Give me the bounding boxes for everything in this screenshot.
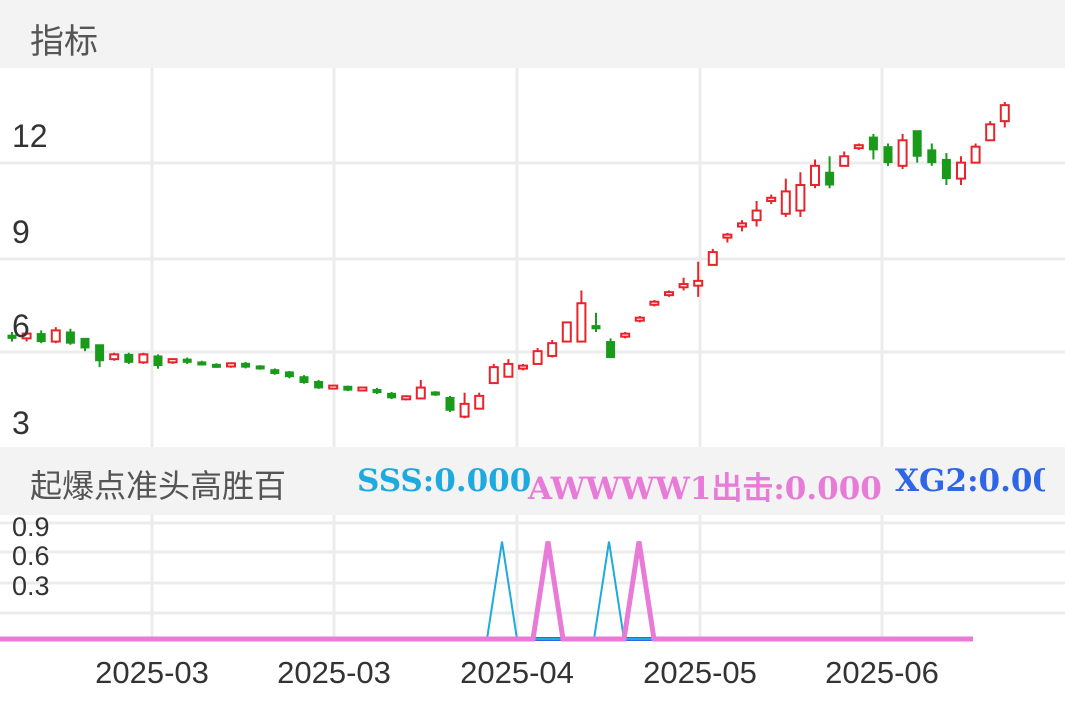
- candle-body: [284, 371, 294, 378]
- candle-body: [197, 361, 207, 366]
- candle-body: [124, 353, 134, 363]
- candle-body: [620, 332, 631, 338]
- y-tick-label: 3: [12, 405, 30, 441]
- candle-body: [255, 365, 265, 370]
- candle-body: [751, 209, 762, 222]
- candle-body: [591, 325, 601, 330]
- candle-body: [387, 392, 397, 399]
- candle-body: [634, 316, 645, 322]
- x-tick-label: 2025-03: [277, 655, 391, 690]
- candle-body: [65, 331, 75, 344]
- candle-body: [868, 136, 878, 151]
- candle-body: [153, 355, 163, 367]
- candle-body: [547, 342, 558, 357]
- candle-body: [780, 190, 791, 215]
- candle-body: [707, 251, 718, 266]
- candle-body: [693, 279, 704, 287]
- candle-body: [853, 144, 864, 150]
- candle-body: [970, 145, 981, 164]
- x-tick-label: 2025-04: [460, 655, 574, 690]
- candle-body: [415, 386, 426, 400]
- candle-body: [36, 333, 46, 343]
- candle-body: [810, 164, 820, 187]
- candle-body: [226, 362, 236, 368]
- candle-body: [839, 155, 850, 167]
- awwww-value: AWWWW1出击:0.000: [528, 471, 882, 507]
- candle-body: [678, 283, 689, 289]
- candle-body: [167, 358, 178, 364]
- candlestick-chart: [0, 68, 1065, 447]
- candle-body: [343, 385, 353, 391]
- candle-body: [182, 358, 192, 363]
- candle-body: [606, 341, 616, 359]
- series-line-sss: [0, 541, 973, 640]
- sub-y-tick-label: 0.9: [12, 512, 50, 542]
- candle-body: [80, 337, 90, 349]
- candle-body: [999, 104, 1010, 123]
- candle-body: [561, 321, 572, 343]
- candle-body: [445, 396, 455, 411]
- candle-body: [883, 146, 893, 164]
- candle-body: [897, 139, 908, 167]
- candle-body: [518, 364, 528, 370]
- candle-body: [576, 302, 587, 343]
- candle-body: [372, 388, 382, 394]
- sss-value: SSS:0.000: [357, 463, 532, 499]
- candle-body: [357, 386, 368, 392]
- candle-body: [328, 384, 339, 390]
- candle-body: [138, 353, 149, 364]
- candle-body: [299, 376, 309, 383]
- candle-body: [503, 362, 514, 378]
- candle-body: [459, 402, 470, 418]
- sub-y-tick-label: 0.6: [12, 541, 50, 571]
- xg2-clip: XG2:0.000: [895, 447, 1045, 515]
- candle-body: [795, 184, 806, 212]
- candle-body: [825, 171, 835, 186]
- candle-body: [50, 329, 61, 343]
- xg2-value: XG2:0.000: [895, 463, 1045, 499]
- candle-body: [314, 381, 324, 389]
- y-tick-label: 9: [12, 214, 30, 250]
- candle-body: [532, 350, 543, 365]
- candle-body: [956, 161, 966, 180]
- x-tick-label: 2025-03: [95, 655, 209, 690]
- candle-body: [927, 149, 937, 164]
- candle-body: [109, 353, 120, 361]
- candle-body: [722, 233, 733, 239]
- sub-indicator-title[interactable]: 起爆点准头高胜百: [30, 461, 286, 507]
- series-line-awwww1: [0, 541, 973, 642]
- candle-body: [95, 344, 105, 362]
- candle-body: [211, 363, 221, 368]
- candle-body: [664, 291, 674, 297]
- candle-body: [241, 362, 251, 368]
- y-tick-label: 12: [12, 118, 48, 154]
- candle-body: [270, 369, 280, 375]
- candle-body: [912, 130, 922, 157]
- candle-body: [941, 158, 951, 180]
- candle-body: [985, 123, 996, 142]
- x-tick-label: 2025-05: [643, 655, 757, 690]
- candle-body: [766, 196, 777, 202]
- x-tick-label: 2025-06: [825, 655, 939, 690]
- sub-y-tick-label: 0.3: [12, 571, 50, 601]
- candle-body: [649, 300, 660, 306]
- candle-body: [488, 366, 499, 385]
- y-tick-label: 6: [12, 308, 30, 344]
- candle-body: [401, 395, 412, 401]
- candle-body: [474, 394, 485, 410]
- candle-body: [430, 391, 440, 396]
- sub-indicator-bar: 起爆点准头高胜百 SSS:0.000 AWWWW1出击:0.000 XG2:0.…: [0, 447, 1065, 515]
- candle-body: [737, 222, 747, 228]
